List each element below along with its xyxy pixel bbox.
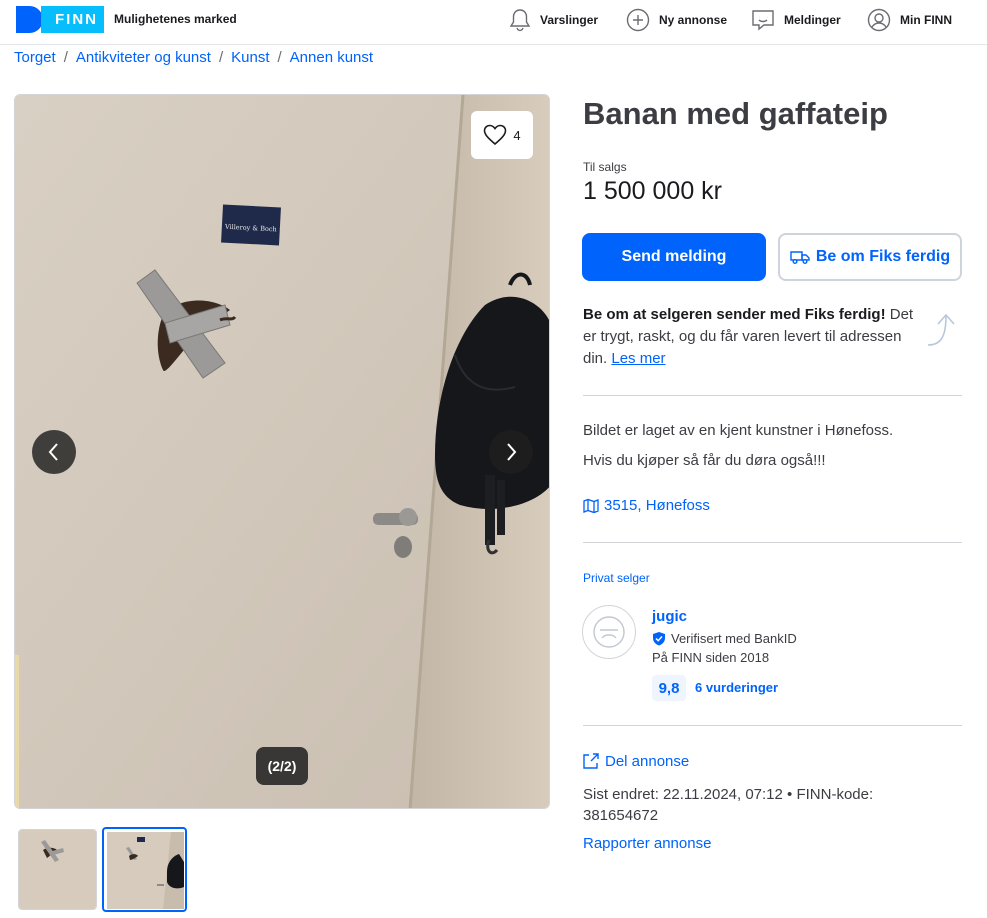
image-counter: (2/2): [256, 747, 308, 785]
reviews-link[interactable]: 6 vurderinger: [695, 680, 778, 695]
slogan: Mulighetenes marked: [114, 12, 237, 26]
nav-label: Min FINN: [900, 13, 952, 27]
send-message-button[interactable]: Send melding: [582, 233, 766, 281]
user-circle-icon: [867, 8, 891, 32]
thumbnail-2[interactable]: [102, 827, 187, 912]
breadcrumb-item[interactable]: Annen kunst: [290, 49, 373, 66]
nav-label: Meldinger: [784, 13, 841, 27]
price: 1 500 000 kr: [583, 177, 722, 205]
nav-label: Varslinger: [540, 13, 599, 27]
chevron-right-icon: [507, 443, 517, 461]
listing-meta: Sist endret: 22.11.2024, 07:12 • FINN-ko…: [583, 786, 874, 824]
share-link[interactable]: Del annonse: [582, 752, 689, 770]
previous-image-button[interactable]: [32, 430, 76, 474]
location-text: 3515, Hønefoss: [604, 497, 710, 514]
location-link[interactable]: 3515, Hønefoss: [583, 497, 710, 514]
share-label: Del annonse: [605, 752, 690, 770]
nav-my-finn[interactable]: Min FINN: [867, 7, 952, 33]
default-avatar-icon: [593, 616, 625, 648]
main-image[interactable]: Villeroy & Boch 4 (2/2): [14, 94, 550, 809]
divider: [583, 725, 962, 726]
next-image-button[interactable]: [489, 430, 533, 474]
finn-logo[interactable]: FINN: [16, 6, 104, 33]
arrow-up-illustration-icon: [927, 313, 955, 346]
verified-text: Verifisert med BankID: [671, 631, 797, 646]
member-since: På FINN siden 2018: [652, 650, 770, 665]
top-header: FINN Mulighetenes marked Varslinger Ny a…: [0, 0, 987, 45]
rating-score: 9,8: [652, 675, 686, 701]
fiks-info: Be om at selgeren sender med Fiks ferdig…: [583, 304, 923, 370]
nav-messages[interactable]: Meldinger: [751, 7, 841, 33]
fiks-ferdig-button[interactable]: Be om Fiks ferdig: [778, 233, 962, 281]
thumbnail-image: [107, 832, 184, 909]
thumbnail-image: [19, 830, 96, 909]
breadcrumb-item[interactable]: Antikviteter og kunst: [76, 49, 211, 66]
favorite-count: 4: [513, 127, 521, 143]
breadcrumb-separator: /: [63, 49, 68, 66]
favorite-button[interactable]: 4: [471, 111, 533, 159]
bell-icon: [509, 9, 531, 32]
divider: [583, 395, 962, 396]
report-link[interactable]: Rapporter annonse: [583, 835, 711, 852]
nav-notifications[interactable]: Varslinger: [509, 7, 598, 33]
sale-label: Til salgs: [583, 160, 627, 174]
map-icon: [583, 498, 599, 513]
listing-photo: Villeroy & Boch: [15, 95, 549, 808]
nav-new-ad[interactable]: Ny annonse: [626, 7, 727, 33]
truck-icon: [790, 251, 810, 264]
thumbnail-1[interactable]: [18, 829, 97, 910]
avatar[interactable]: [582, 605, 636, 659]
seller-type: Privat selger: [583, 571, 650, 585]
seller-name[interactable]: jugic: [652, 608, 687, 625]
fiks-info-bold: Be om at selgeren sender med Fiks ferdig…: [583, 306, 886, 323]
fiks-button-label: Be om Fiks ferdig: [815, 248, 951, 265]
breadcrumb-separator: /: [218, 49, 224, 66]
breadcrumb: Torget / Antikviteter og kunst / Kunst /…: [14, 49, 373, 66]
read-more-link[interactable]: Les mer: [611, 350, 665, 367]
nav-label: Ny annonse: [659, 13, 728, 27]
shield-check-icon: [653, 632, 665, 646]
description-line-2: Hvis du kjøper så får du døra også!!!: [583, 452, 826, 469]
heart-icon: [484, 124, 507, 146]
breadcrumb-item[interactable]: Kunst: [231, 49, 269, 66]
share-icon: [583, 753, 599, 769]
listing-title: Banan med gaffateip: [583, 96, 888, 131]
description-line-1: Bildet er laget av en kjent kunstner i H…: [583, 422, 894, 439]
breadcrumb-separator: /: [277, 49, 282, 66]
logo-mark: [16, 6, 43, 33]
chat-icon: [752, 10, 774, 31]
chevron-left-icon: [48, 443, 58, 461]
plus-circle-icon: [626, 8, 650, 32]
verified-badge: Verifisert med BankID: [652, 631, 797, 646]
breadcrumb-item[interactable]: Torget: [14, 49, 56, 66]
logo-text: FINN: [41, 6, 104, 33]
divider: [583, 542, 962, 543]
